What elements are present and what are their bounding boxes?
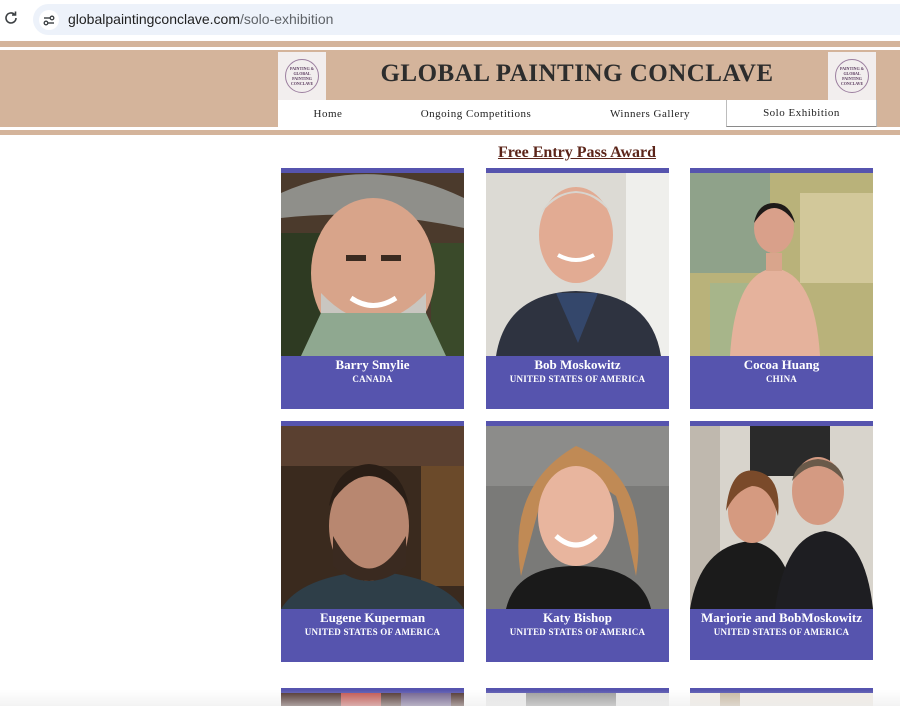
artist-card[interactable]: Bob Moskowitz UNITED STATES OF AMERICA bbox=[486, 168, 669, 409]
logo-text: PAINTING & GLOBAL PAINTING CONCLAVE bbox=[289, 66, 315, 86]
artist-country: UNITED STATES OF AMERICA bbox=[509, 374, 646, 384]
nav-winners-gallery[interactable]: Winners Gallery bbox=[574, 100, 726, 127]
artist-card[interactable] bbox=[486, 688, 669, 706]
nav-home[interactable]: Home bbox=[278, 100, 378, 127]
artist-photo[interactable] bbox=[690, 173, 873, 356]
url-domain: globalpaintingconclave.com bbox=[68, 11, 240, 27]
artist-card[interactable]: Marjorie and BobMoskowitz UNITED STATES … bbox=[690, 421, 873, 660]
site-title: GLOBAL PAINTING CONCLAVE bbox=[380, 60, 774, 87]
artist-name: Cocoa Huang bbox=[743, 357, 820, 372]
url-path: /solo-exhibition bbox=[240, 11, 334, 27]
artist-card[interactable]: Barry Smylie CANADA bbox=[281, 168, 464, 409]
address-bar[interactable]: globalpaintingconclave.com/solo-exhibiti… bbox=[33, 4, 900, 35]
artist-card[interactable]: Katy Bishop UNITED STATES OF AMERICA bbox=[486, 421, 669, 662]
nav-solo-exhibition[interactable]: Solo Exhibition bbox=[726, 100, 877, 127]
reload-icon[interactable] bbox=[3, 10, 19, 26]
artist-card[interactable]: Cocoa Huang CHINA bbox=[690, 168, 873, 409]
logo-emblem: PAINTING & GLOBAL PAINTING CONCLAVE bbox=[835, 59, 869, 93]
artist-country: UNITED STATES OF AMERICA bbox=[713, 627, 850, 637]
browser-toolbar: globalpaintingconclave.com/solo-exhibiti… bbox=[0, 0, 900, 38]
artist-photo[interactable] bbox=[281, 426, 464, 609]
main-nav: Home Ongoing Competitions Winners Galler… bbox=[278, 100, 877, 127]
artist-photo[interactable] bbox=[281, 173, 464, 356]
section-heading[interactable]: Free Entry Pass Award bbox=[470, 144, 684, 162]
url-text[interactable]: globalpaintingconclave.com/solo-exhibiti… bbox=[68, 11, 333, 27]
artist-photo[interactable] bbox=[690, 693, 873, 706]
artist-country: UNITED STATES OF AMERICA bbox=[304, 627, 441, 637]
artist-photo[interactable] bbox=[690, 426, 873, 609]
artist-country: CHINA bbox=[765, 374, 797, 384]
artist-name: Barry Smylie bbox=[335, 357, 410, 372]
artist-photo[interactable] bbox=[486, 173, 669, 356]
artist-card[interactable]: Eugene Kuperman UNITED STATES OF AMERICA bbox=[281, 421, 464, 662]
logo-emblem: PAINTING & GLOBAL PAINTING CONCLAVE bbox=[285, 59, 319, 93]
logo-text: PAINTING & GLOBAL PAINTING CONCLAVE bbox=[839, 66, 865, 86]
site-info-icon[interactable] bbox=[39, 10, 59, 30]
artist-card[interactable] bbox=[690, 688, 873, 706]
nav-ongoing-competitions[interactable]: Ongoing Competitions bbox=[378, 100, 574, 127]
site-logo-right[interactable]: PAINTING & GLOBAL PAINTING CONCLAVE bbox=[828, 52, 876, 100]
artist-photo[interactable] bbox=[486, 693, 669, 706]
artist-country: UNITED STATES OF AMERICA bbox=[509, 627, 646, 637]
artist-name: Katy Bishop bbox=[543, 610, 612, 625]
artist-photo[interactable] bbox=[486, 426, 669, 609]
artist-country: CANADA bbox=[352, 374, 393, 384]
artist-name: Eugene Kuperman bbox=[319, 610, 426, 625]
site-logo[interactable]: PAINTING & GLOBAL PAINTING CONCLAVE bbox=[278, 52, 326, 100]
artist-card[interactable] bbox=[281, 688, 464, 706]
artist-name: Marjorie and BobMoskowitz bbox=[700, 610, 863, 625]
artist-name: Bob Moskowitz bbox=[534, 357, 621, 372]
artist-photo[interactable] bbox=[281, 693, 464, 706]
header-band-bottom bbox=[0, 130, 900, 135]
